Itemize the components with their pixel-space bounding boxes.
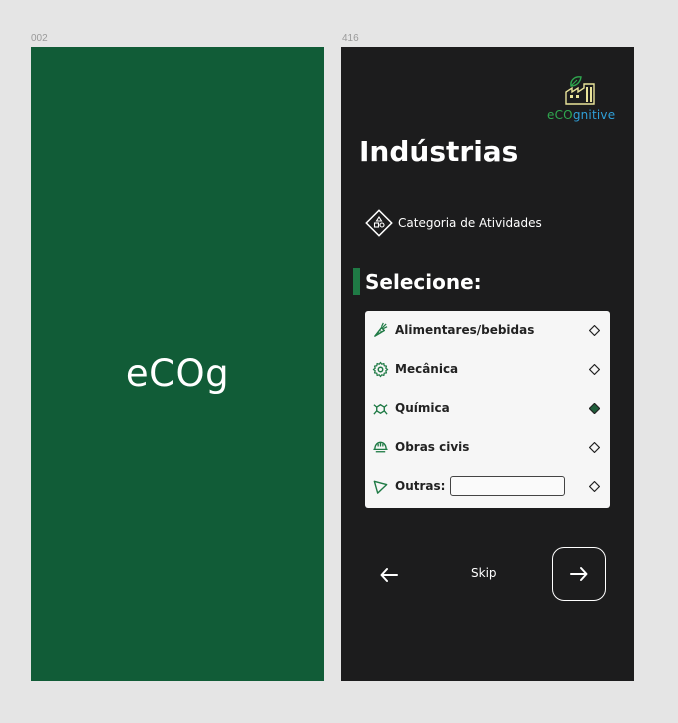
radio-diamond[interactable] [589, 325, 600, 336]
brand-text-eco: eCO [547, 108, 573, 122]
arrow-right-icon [570, 567, 588, 581]
option-label: Química [395, 401, 450, 415]
category-shapes-icon [365, 209, 393, 237]
radio-diamond[interactable] [589, 481, 600, 492]
nav-bar: Skip [341, 547, 634, 603]
options-card: Alimentares/bebidas Mecânica Química Obr… [365, 311, 610, 508]
category-label: Categoria de Atividades [398, 216, 542, 230]
page-title: Indústrias [359, 135, 519, 168]
gear-icon [372, 361, 389, 378]
industries-screen: eCOgnitive Indústrias Categoria de Ativi… [341, 47, 634, 681]
section-header: Selecione: [353, 268, 482, 295]
next-button[interactable] [552, 547, 606, 601]
radio-diamond[interactable] [589, 364, 600, 375]
option-label: Outras: [395, 479, 446, 493]
option-row-obras-civis[interactable]: Obras civis [365, 428, 610, 467]
other-input[interactable] [450, 476, 565, 496]
frame-label-industries: 416 [342, 33, 359, 44]
option-label: Alimentares/bebidas [395, 323, 535, 337]
option-row-alimentares[interactable]: Alimentares/bebidas [365, 311, 610, 350]
option-row-mecanica[interactable]: Mecânica [365, 350, 610, 389]
brand-logo: eCOgnitive [541, 74, 621, 124]
splash-screen: eCOg [31, 47, 324, 681]
splash-logo: eCOg [125, 352, 230, 395]
option-label: Mecânica [395, 362, 459, 376]
triangle-icon [373, 480, 388, 494]
frame-label-splash: 002 [31, 33, 48, 44]
section-title: Selecione: [365, 269, 482, 294]
helmet-icon [373, 441, 388, 453]
category-header: Categoria de Atividades [365, 209, 542, 237]
molecule-icon [373, 403, 388, 415]
factory-leaf-icon [565, 76, 595, 105]
section-accent-bar [353, 268, 360, 295]
radio-diamond-selected[interactable] [589, 403, 600, 414]
brand-text-gnitive: gnitive [572, 108, 616, 122]
brand-text: eCOgnitive [547, 108, 615, 122]
skip-button[interactable]: Skip [471, 566, 497, 580]
option-row-quimica[interactable]: Química [365, 389, 610, 428]
radio-diamond[interactable] [589, 442, 600, 453]
carrot-icon [374, 322, 388, 337]
arrow-left-icon[interactable] [379, 567, 399, 583]
option-label: Obras civis [395, 440, 470, 454]
